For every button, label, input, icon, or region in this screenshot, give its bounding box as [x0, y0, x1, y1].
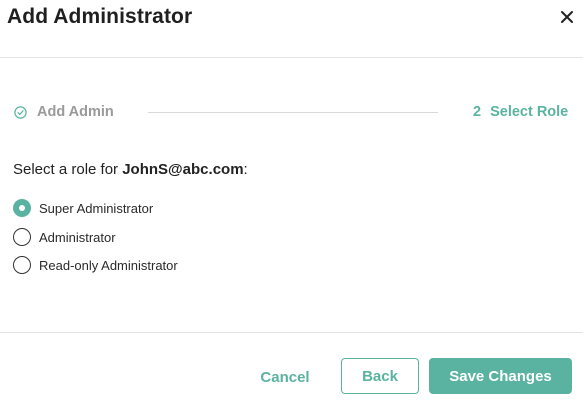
role-option-label: Administrator — [39, 229, 116, 245]
save-changes-button[interactable]: Save Changes — [429, 358, 572, 394]
check-circle-icon — [14, 106, 27, 119]
role-option-super-administrator[interactable]: Super Administrator — [13, 198, 153, 218]
stepper: Add Admin 2 Select Role — [0, 100, 583, 126]
role-prompt: Select a role for JohnS@abc.com: — [13, 161, 248, 178]
radio-unselected-icon[interactable] — [13, 228, 31, 246]
role-prompt-suffix: : — [243, 161, 248, 178]
radio-selected-icon[interactable] — [13, 199, 31, 217]
step-number: 2 — [473, 104, 482, 120]
role-option-label: Read-only Administrator — [39, 257, 178, 273]
step-connector — [148, 112, 438, 113]
role-option-read-only-administrator[interactable]: Read-only Administrator — [13, 255, 178, 275]
step-select-role: 2 Select Role — [473, 104, 568, 120]
step-select-role-label: Select Role — [490, 104, 569, 120]
role-prompt-prefix: Select a role for — [13, 161, 123, 178]
back-button[interactable]: Back — [341, 358, 419, 394]
close-icon[interactable] — [556, 6, 578, 28]
role-option-label: Super Administrator — [39, 200, 154, 216]
dialog-title: Add Administrator — [7, 5, 193, 28]
step-add-admin-label: Add Admin — [37, 104, 114, 120]
radio-unselected-icon[interactable] — [13, 256, 31, 274]
dialog-header: Add Administrator — [0, 0, 583, 58]
cancel-button[interactable]: Cancel — [249, 359, 321, 395]
user-email: JohnS@abc.com — [122, 161, 244, 178]
role-option-administrator[interactable]: Administrator — [13, 227, 116, 247]
dialog-footer: Cancel Back Save Changes — [0, 332, 583, 402]
add-administrator-dialog: Add Administrator Add Admin 2 Select Role… — [0, 0, 583, 402]
